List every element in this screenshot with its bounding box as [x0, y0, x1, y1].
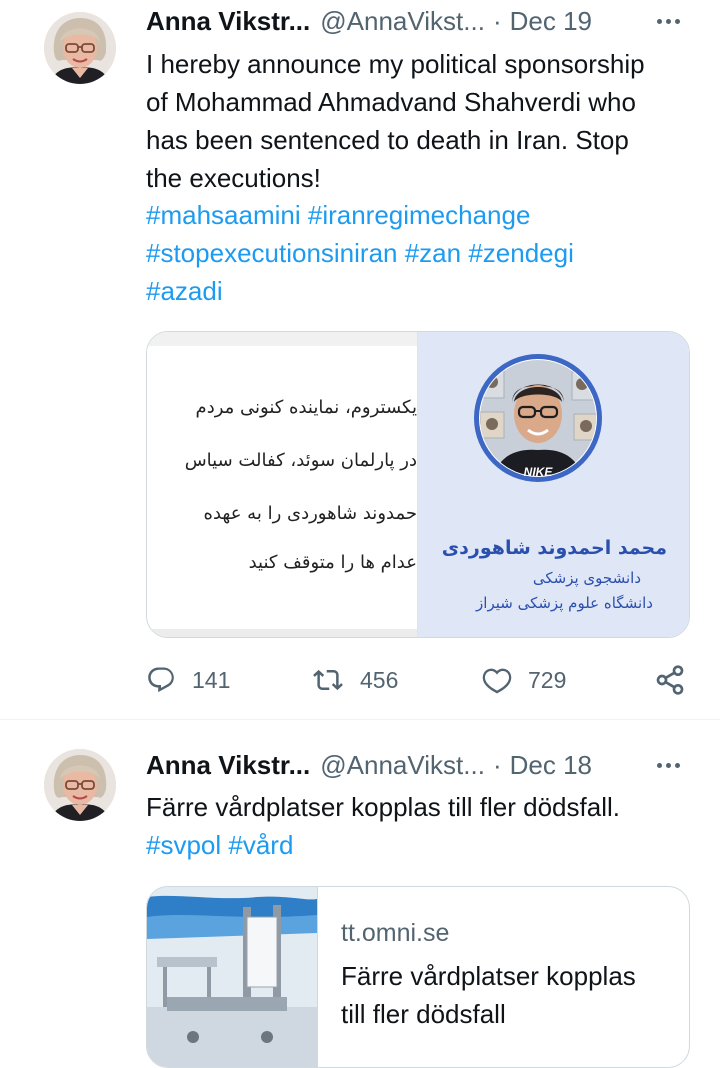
more-icon[interactable]	[648, 4, 688, 38]
tweet-text-line: I hereby announce my political sponsorsh…	[146, 49, 645, 79]
persian-line: عدام ها را متوقف کنید	[248, 552, 417, 573]
portrait-image: NIKE	[474, 354, 602, 482]
reply-button[interactable]: 141	[146, 660, 230, 700]
card-text-panel: یکستروم، نماینده کنونی مردم در پارلمان س…	[147, 332, 418, 637]
separator-dot: ·	[492, 749, 502, 780]
tweet-text-line: the executions!	[146, 163, 321, 193]
tweet-text-line: has been sentenced to death in Iran. Sto…	[146, 125, 629, 155]
person-name: محمد احمدوند شاهوردی	[441, 537, 667, 559]
tweet[interactable]: Anna Vikstr... @AnnaVikst... · Dec 18 Fä…	[0, 720, 720, 1068]
reply-count: 141	[192, 666, 231, 693]
hashtag-line[interactable]: #mahsaamini #iranregimechange	[146, 196, 706, 234]
persian-line: در پارلمان سوئد، کفالت سیاس	[184, 450, 417, 471]
tweet-date[interactable]: Dec 19	[510, 6, 592, 37]
link-card-thumbnail	[147, 887, 318, 1067]
tweet-header: Anna Vikstr... @AnnaVikst... · Dec 18	[146, 748, 592, 782]
link-card-title-line: Färre vårdplatser kopplas	[341, 961, 636, 991]
persian-line: یکستروم، نماینده کنونی مردم	[195, 397, 417, 418]
action-bar: 141 456 729	[146, 660, 691, 700]
media-card[interactable]: یکستروم، نماینده کنونی مردم در پارلمان س…	[146, 331, 690, 638]
avatar[interactable]	[44, 749, 116, 821]
reply-icon	[148, 667, 174, 693]
share-icon	[656, 665, 684, 695]
like-button[interactable]: 729	[482, 660, 566, 700]
author-name[interactable]: Anna Vikstr...	[146, 750, 310, 781]
link-card-domain: tt.omni.se	[341, 919, 450, 947]
hashtags: #mahsaamini #iranregimechange #stopexecu…	[146, 196, 706, 310]
shirt-logo-text: NIKE	[524, 465, 554, 479]
person-school: دانشگاه علوم پزشکی شیراز	[476, 594, 653, 612]
like-count: 729	[528, 666, 567, 693]
person-role: دانشجوی پزشکی	[532, 569, 641, 587]
hashtags[interactable]: #svpol #vård	[146, 826, 706, 864]
hospital-bed-image	[147, 887, 317, 1067]
author-handle[interactable]: @AnnaVikst...	[320, 6, 485, 37]
retweet-button[interactable]: 456	[312, 660, 398, 700]
retweet-icon	[313, 669, 343, 691]
link-card-title: Färre vårdplatser kopplas till fler döds…	[341, 957, 636, 1033]
avatar-image	[44, 749, 116, 821]
retweet-count: 456	[360, 666, 399, 693]
avatar-image	[44, 12, 116, 84]
card-bottom-strip	[147, 629, 417, 637]
hashtag-line[interactable]: #azadi	[146, 272, 706, 310]
tweet-text: Färre vårdplatser kopplas till fler döds…	[146, 792, 620, 822]
like-icon	[482, 668, 512, 694]
tweet-text-line: of Mohammad Ahmadvand Shahverdi who	[146, 87, 636, 117]
tweet-header: Anna Vikstr... @AnnaVikst... · Dec 19	[146, 4, 592, 38]
link-card-title-line: till fler dödsfall	[341, 999, 506, 1029]
card-portrait-panel: NIKE محمد احمدوند شاهوردی دانشجوی پزشکی …	[418, 332, 689, 637]
hashtag-line[interactable]: #stopexecutionsiniran #zan #zendegi	[146, 234, 706, 272]
tweet-text: I hereby announce my political sponsorsh…	[146, 45, 706, 197]
author-name[interactable]: Anna Vikstr...	[146, 6, 310, 37]
author-handle[interactable]: @AnnaVikst...	[320, 750, 485, 781]
share-button[interactable]	[654, 660, 686, 700]
card-top-strip	[147, 332, 417, 346]
avatar[interactable]	[44, 12, 116, 84]
persian-line: حمدوند شاهوردی را به عهده	[203, 503, 417, 524]
tweet[interactable]: Anna Vikstr... @AnnaVikst... · Dec 19 I …	[0, 0, 720, 719]
more-icon[interactable]	[648, 748, 688, 782]
separator-dot: ·	[492, 5, 502, 36]
tweet-date[interactable]: Dec 18	[510, 750, 592, 781]
link-card[interactable]: tt.omni.se Färre vårdplatser kopplas til…	[146, 886, 690, 1068]
